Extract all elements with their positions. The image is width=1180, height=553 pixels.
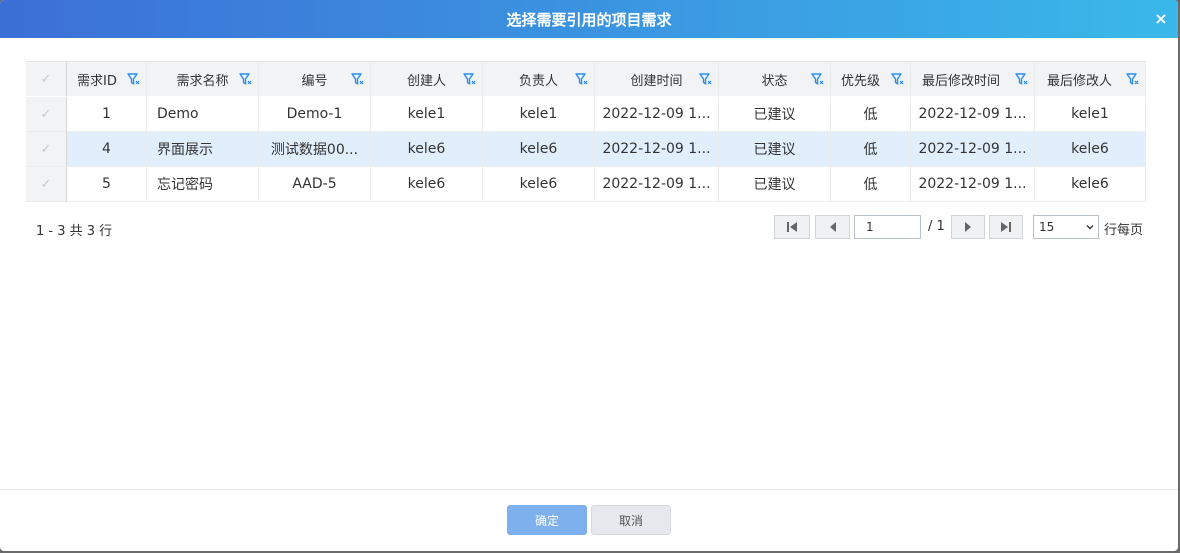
cell-creator: kele1 (371, 97, 483, 132)
cell-created-time: 2022-12-09 1... (595, 97, 719, 132)
chevron-down-icon (1086, 225, 1094, 230)
cell-modifier: kele6 (1035, 167, 1146, 202)
page-number-input[interactable]: 1 (854, 215, 921, 239)
last-page-icon (1001, 222, 1011, 232)
cell-id: 1 (67, 97, 147, 132)
cell-code: AAD-5 (259, 167, 371, 202)
column-header-modified-time[interactable]: 最后修改时间 (911, 62, 1035, 96)
cell-creator: kele6 (371, 167, 483, 202)
cancel-button[interactable]: 取消 (591, 505, 671, 535)
select-requirement-dialog: 选择需要引用的项目需求 × ✓ 需求ID 需求名称 编号 创建人 负责人 创建时… (0, 0, 1178, 551)
cell-status: 已建议 (719, 97, 831, 132)
column-header-created-time[interactable]: 创建时间 (595, 62, 719, 96)
page-total: / 1 (928, 219, 945, 234)
dialog-title-bar: 选择需要引用的项目需求 × (0, 0, 1178, 38)
column-header-creator[interactable]: 创建人 (371, 62, 483, 96)
table-row[interactable]: ✓ 1 Demo Demo-1 kele1 kele1 2022-12-09 1… (26, 97, 1146, 132)
column-header-code[interactable]: 编号 (259, 62, 371, 96)
prev-page-icon (829, 222, 836, 232)
cell-created-time: 2022-12-09 1... (595, 167, 719, 202)
close-icon[interactable]: × (1152, 10, 1170, 28)
cell-code: 测试数据00... (259, 132, 371, 167)
cell-code: Demo-1 (259, 97, 371, 132)
cell-modified-time: 2022-12-09 1... (911, 132, 1035, 167)
cell-owner: kele6 (483, 167, 595, 202)
column-header-priority[interactable]: 优先级 (831, 62, 911, 96)
table-row-selected[interactable]: ✓ 4 界面展示 测试数据00... kele6 kele6 2022-12-0… (26, 132, 1146, 167)
next-page-icon (965, 222, 971, 232)
row-checkbox[interactable]: ✓ (26, 97, 67, 132)
cell-priority: 低 (831, 167, 911, 202)
filter-icon[interactable] (699, 73, 712, 86)
page-size-value: 15 (1039, 220, 1055, 234)
column-header-modifier[interactable]: 最后修改人 (1035, 62, 1146, 96)
column-header-name[interactable]: 需求名称 (147, 62, 259, 96)
filter-icon[interactable] (1015, 73, 1028, 86)
filter-icon[interactable] (811, 73, 824, 86)
next-page-button[interactable] (951, 215, 985, 239)
cell-id: 4 (67, 132, 147, 167)
cell-creator: kele6 (371, 132, 483, 167)
filter-icon[interactable] (1126, 73, 1139, 86)
cell-name: 忘记密码 (147, 167, 259, 202)
cell-name: 界面展示 (147, 132, 259, 167)
column-header-owner[interactable]: 负责人 (483, 62, 595, 96)
cell-id: 5 (67, 167, 147, 202)
filter-icon[interactable] (127, 73, 140, 86)
cell-modified-time: 2022-12-09 1... (911, 167, 1035, 202)
cell-modifier: kele6 (1035, 132, 1146, 167)
table-row[interactable]: ✓ 5 忘记密码 AAD-5 kele6 kele6 2022-12-09 1.… (26, 167, 1146, 202)
requirement-table: ✓ 需求ID 需求名称 编号 创建人 负责人 创建时间 状态 优先级 最后修改时… (26, 61, 1146, 202)
footer-divider (0, 489, 1178, 490)
first-page-button[interactable] (774, 215, 810, 239)
cell-priority: 低 (831, 97, 911, 132)
cell-priority: 低 (831, 132, 911, 167)
per-page-label: 行每页 (1104, 223, 1144, 238)
cell-owner: kele1 (483, 97, 595, 132)
page-size-select[interactable]: 15 (1033, 215, 1099, 239)
dialog-title: 选择需要引用的项目需求 (506, 11, 672, 29)
filter-icon[interactable] (351, 73, 364, 86)
column-header-status[interactable]: 状态 (719, 62, 831, 96)
table-header-row: ✓ 需求ID 需求名称 编号 创建人 负责人 创建时间 状态 优先级 最后修改时… (26, 62, 1146, 96)
first-page-icon (787, 222, 797, 232)
select-all-checkbox[interactable]: ✓ (26, 62, 67, 96)
filter-icon[interactable] (463, 73, 476, 86)
confirm-button[interactable]: 确定 (507, 505, 587, 535)
pager-info: 1 - 3 共 3 行 (36, 224, 113, 239)
prev-page-button[interactable] (815, 215, 850, 239)
cell-owner: kele6 (483, 132, 595, 167)
cell-status: 已建议 (719, 132, 831, 167)
filter-icon[interactable] (891, 73, 904, 86)
cell-modifier: kele1 (1035, 97, 1146, 132)
cell-name: Demo (147, 97, 259, 132)
cell-modified-time: 2022-12-09 1... (911, 97, 1035, 132)
cell-status: 已建议 (719, 167, 831, 202)
last-page-button[interactable] (989, 215, 1023, 239)
filter-icon[interactable] (239, 73, 252, 86)
cell-created-time: 2022-12-09 1... (595, 132, 719, 167)
row-checkbox[interactable]: ✓ (26, 167, 67, 202)
filter-icon[interactable] (575, 73, 588, 86)
row-checkbox[interactable]: ✓ (26, 132, 67, 167)
column-header-id[interactable]: 需求ID (67, 62, 147, 96)
